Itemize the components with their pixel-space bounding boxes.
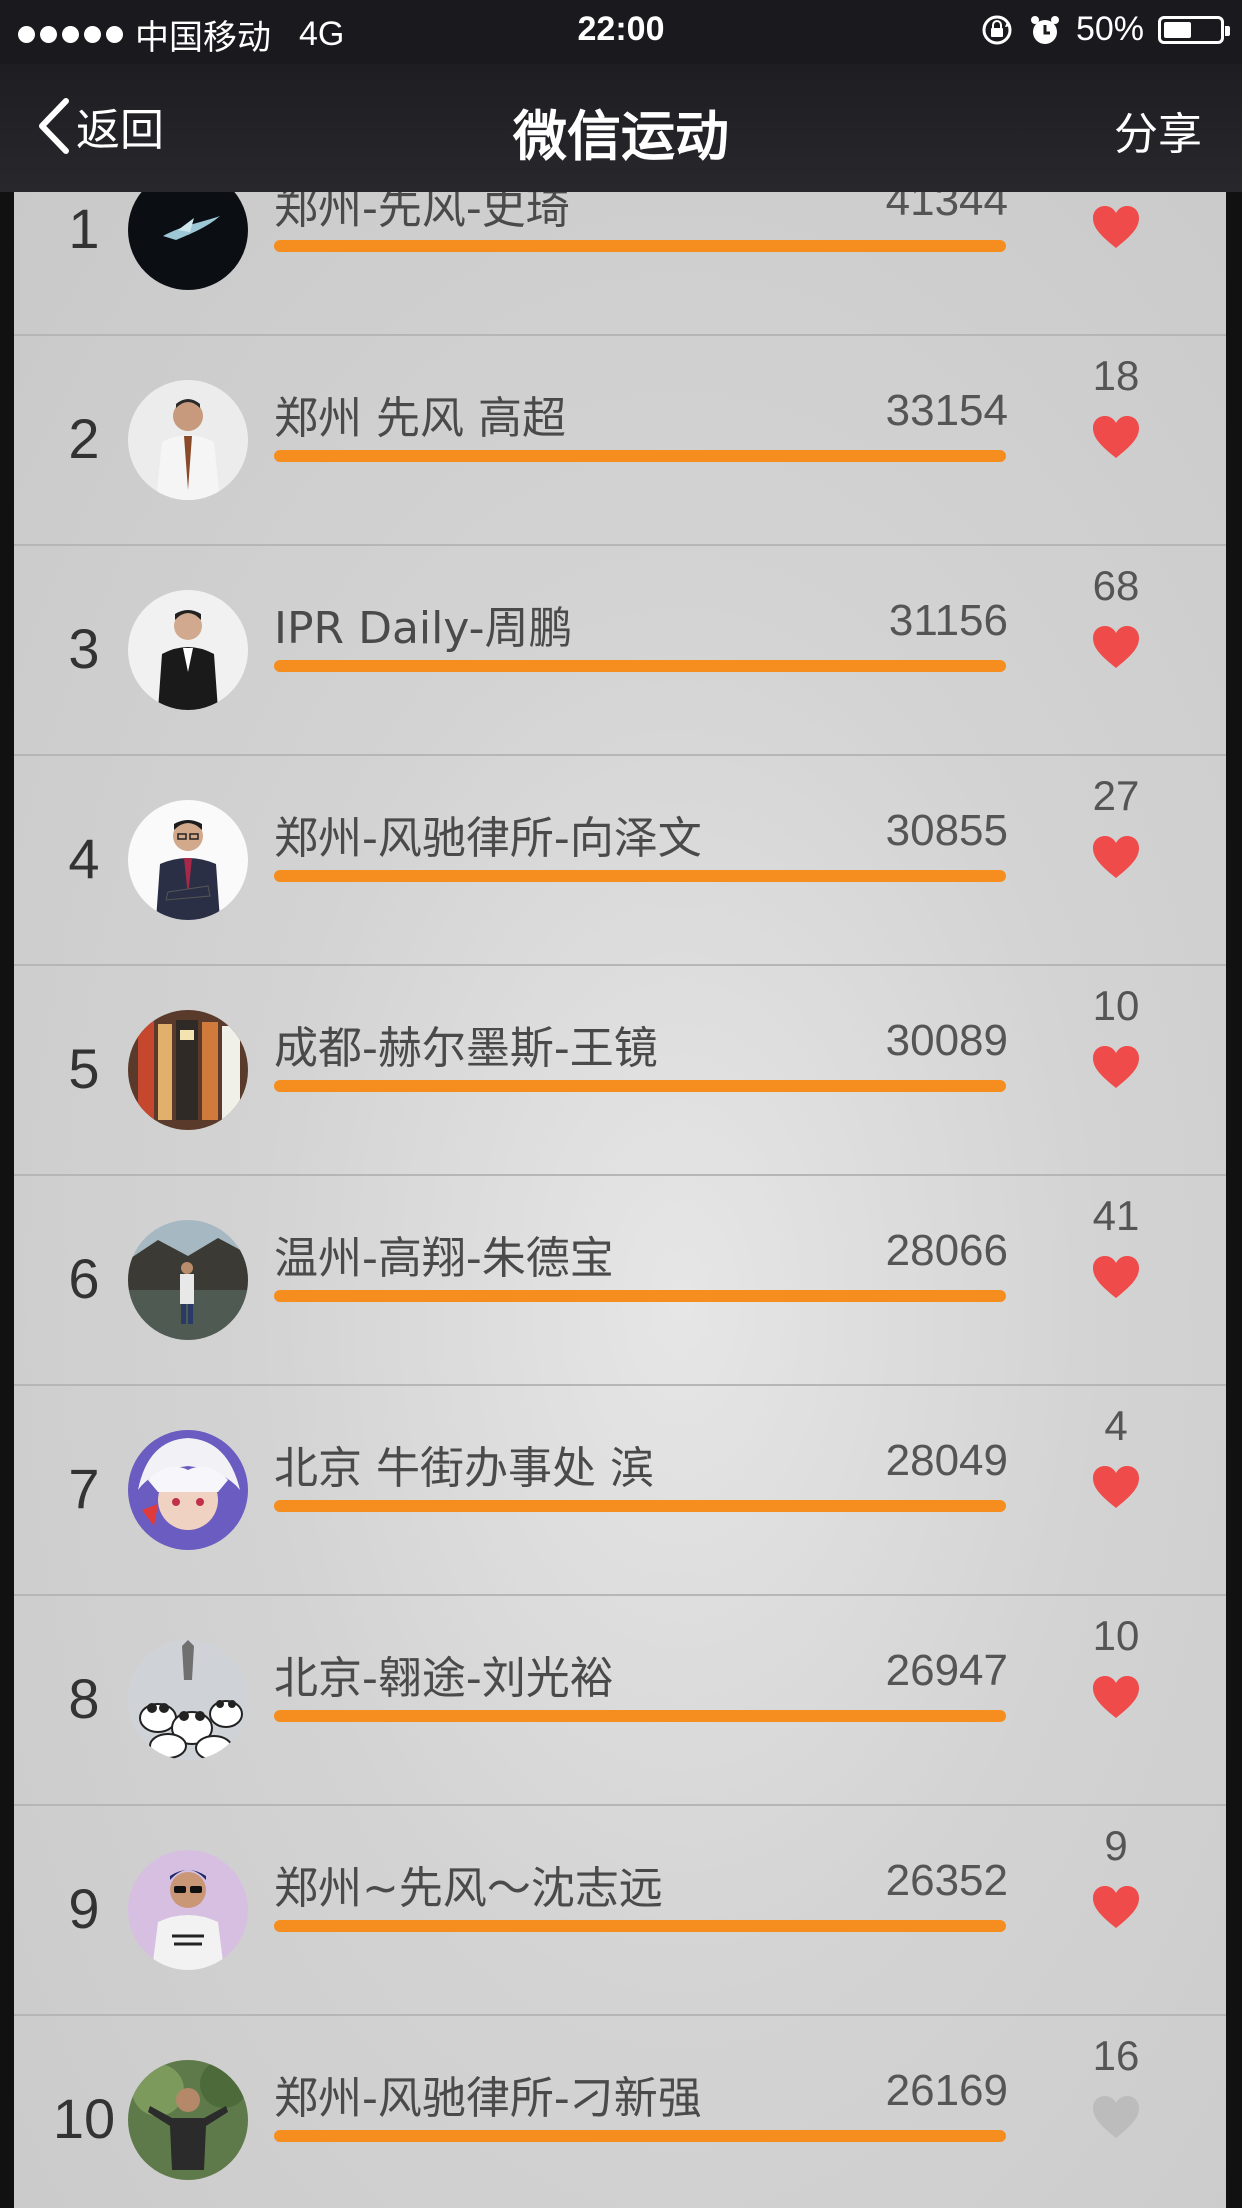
step-progress-fill [274, 870, 1006, 882]
heart-icon[interactable] [1091, 1464, 1141, 1510]
step-progress-bar [274, 870, 1006, 882]
ranking-row[interactable]: 9 郑州~先风～沈志远 26352 9 [14, 1806, 1226, 2016]
step-progress-bar [274, 1290, 1006, 1302]
ranking-row[interactable]: 7 北京 牛街办事处 滨 28049 4 [14, 1386, 1226, 1596]
avatar[interactable] [128, 1640, 248, 1760]
rank-number: 1 [68, 197, 100, 260]
step-progress-bar [274, 450, 1006, 462]
rank-number: 4 [68, 827, 100, 890]
user-name: 北京 牛街办事处 滨 [274, 1443, 654, 1494]
user-name: IPR Daily-周鹏 [274, 603, 573, 654]
step-progress-fill [274, 1290, 1006, 1302]
ranking-row[interactable]: 2 郑州 先风 高超 33154 18 [14, 336, 1226, 546]
avatar[interactable] [128, 1850, 248, 1970]
step-count: 28066 [885, 1226, 1008, 1275]
ranking-row[interactable]: 4 郑州-风驰律所-向泽文 30855 27 [14, 756, 1226, 966]
avatar[interactable] [128, 1220, 248, 1340]
heart-icon[interactable] [1091, 204, 1141, 250]
heart-icon[interactable] [1091, 1674, 1141, 1720]
avatar[interactable] [128, 192, 248, 290]
user-name: 北京-翱途-刘光裕 [274, 1653, 614, 1704]
avatar[interactable] [128, 1010, 248, 1130]
step-progress-fill [274, 240, 1006, 252]
rank-number: 3 [68, 617, 100, 680]
rank-number: 2 [68, 407, 100, 470]
heart-icon[interactable] [1091, 1884, 1141, 1930]
avatar[interactable] [128, 800, 248, 920]
like-count: 16 [1092, 2032, 1140, 2079]
rank-number: 7 [68, 1457, 100, 1520]
step-progress-bar [274, 1710, 1006, 1722]
user-name: 郑州 先风 高超 [274, 393, 566, 444]
like-count: 68 [1092, 562, 1140, 609]
alarm-icon [1030, 15, 1059, 44]
ranking-row[interactable]: 8 北京-翱途-刘光裕 26947 10 [14, 1596, 1226, 1806]
user-name: 成都-赫尔墨斯-王镜 [274, 1023, 658, 1074]
ranking-row[interactable]: 1郑州-先风-史琦4134410 [14, 192, 1226, 336]
like-count: 10 [1092, 1612, 1140, 1659]
ranking-list[interactable]: 1 郑州-先风-史琦 41344 10 2 郑州 先风 高超 33154 18 3 IPR Dai… [14, 192, 1226, 2208]
step-count: 26947 [885, 1646, 1008, 1695]
avatar[interactable] [128, 590, 248, 710]
page-title: 微信运动 [513, 105, 729, 168]
like-count: 41 [1092, 1192, 1140, 1239]
step-progress-bar [274, 1920, 1006, 1932]
step-progress-fill [274, 1080, 1006, 1092]
step-progress-bar [274, 240, 1006, 252]
avatar[interactable] [128, 380, 248, 500]
ranking-row[interactable]: 5 成都-赫尔墨斯-王镜 30089 10 [14, 966, 1226, 1176]
step-progress-bar [274, 660, 1006, 672]
ranking-row[interactable]: 10 郑州-风驰律所-刁新强 26169 16 [14, 2016, 1226, 2208]
step-count: 26352 [885, 1856, 1008, 1905]
step-progress-fill [274, 450, 1006, 462]
status-bar: 中国移动 4G 22:00 50% [0, 0, 1242, 64]
heart-icon[interactable] [1091, 624, 1141, 670]
step-progress-fill [274, 1710, 1006, 1722]
rank-number: 6 [68, 1247, 100, 1310]
step-count: 26169 [885, 2066, 1008, 2115]
step-count: 31156 [888, 596, 1008, 645]
battery-icon [1158, 15, 1230, 44]
step-progress-fill [274, 660, 1006, 672]
like-count: 10 [1092, 982, 1140, 1029]
user-name: 温州-高翔-朱德宝 [274, 1233, 614, 1284]
status-right: 50% [980, 10, 1230, 49]
step-count: 41344 [885, 192, 1008, 225]
user-name: 郑州-先风-史琦 [274, 192, 570, 234]
step-count: 30855 [885, 806, 1008, 855]
like-count: 4 [1104, 1402, 1128, 1449]
heart-icon[interactable] [1091, 834, 1141, 880]
like-count: 9 [1104, 1822, 1128, 1869]
rotation-lock-icon [982, 15, 1012, 44]
like-count: 18 [1092, 352, 1140, 399]
rank-number: 10 [52, 2087, 116, 2150]
step-progress-bar [274, 2130, 1006, 2142]
step-progress-fill [274, 2130, 1006, 2142]
heart-icon[interactable] [1091, 2094, 1141, 2140]
ranking-row[interactable]: 6 温州-高翔-朱德宝 28066 41 [14, 1176, 1226, 1386]
step-count: 30089 [885, 1016, 1008, 1065]
heart-icon[interactable] [1091, 414, 1141, 460]
user-name: 郑州~先风～沈志远 [274, 1863, 663, 1914]
like-count: 27 [1092, 772, 1140, 819]
step-count: 28049 [885, 1436, 1008, 1485]
navigation-bar: 返回 微信运动 分享 [0, 64, 1242, 192]
step-progress-bar [274, 1500, 1006, 1512]
share-button[interactable]: 分享 [1114, 98, 1202, 162]
battery-percent: 50% [1075, 10, 1144, 48]
step-count: 33154 [885, 386, 1008, 435]
step-progress-bar [274, 1080, 1006, 1092]
rank-number: 5 [68, 1037, 100, 1100]
rank-number: 9 [68, 1877, 100, 1940]
avatar[interactable] [128, 1430, 248, 1550]
user-name: 郑州-风驰律所-刁新强 [274, 2073, 702, 2124]
heart-icon[interactable] [1091, 1254, 1141, 1300]
ranking-row[interactable]: 3 IPR Daily-周鹏 31156 68 [14, 546, 1226, 756]
step-progress-fill [274, 1920, 1006, 1932]
step-progress-fill [274, 1500, 1006, 1512]
user-name: 郑州-风驰律所-向泽文 [274, 813, 702, 864]
avatar[interactable] [128, 2060, 248, 2180]
heart-icon[interactable] [1091, 1044, 1141, 1090]
rank-number: 8 [68, 1667, 100, 1730]
